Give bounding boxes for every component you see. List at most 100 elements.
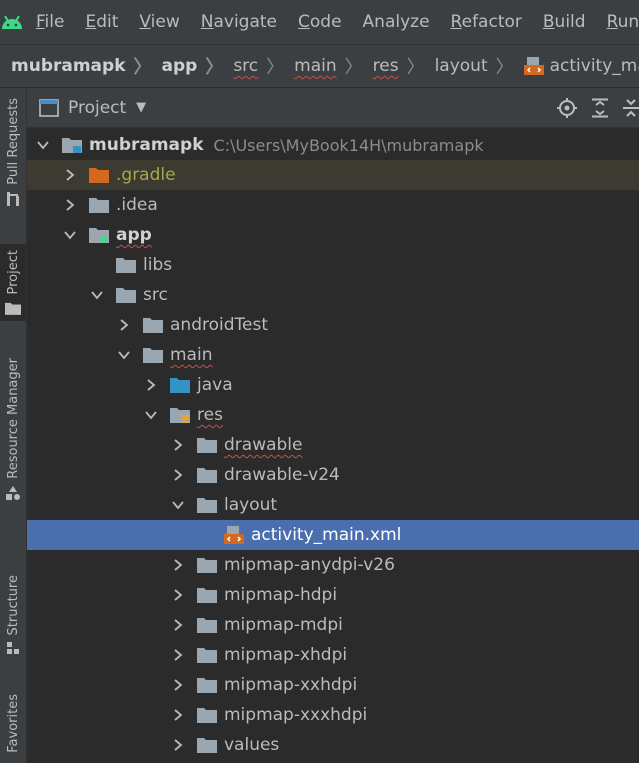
chevron-right-icon: 〉 [133,57,152,78]
chevron-down-icon[interactable] [171,498,185,512]
folder-icon [197,617,217,633]
tree-row-drawable[interactable]: drawable [27,430,639,460]
tree-row-values[interactable]: values [27,730,639,760]
tab-resource-manager[interactable]: Resource Manager [0,358,26,501]
folder-icon [143,317,163,333]
folder-icon [197,467,217,483]
tree-row-mipmap-mdpi[interactable]: mipmap-mdpi [27,610,639,640]
tree-row-java[interactable]: java [27,370,639,400]
chevron-right-icon[interactable] [144,378,158,392]
chevron-right-icon: 〉 [205,57,224,78]
chevron-down-icon[interactable] [63,228,77,242]
folder-icon [197,707,217,723]
project-view-icon [39,98,59,117]
tree-row-mipmap-xhdpi[interactable]: mipmap-xhdpi [27,640,639,670]
folder-icon [197,557,217,573]
folder-icon [197,737,217,753]
tree-row-androidtest[interactable]: androidTest [27,310,639,340]
panel-title[interactable]: Project [68,98,126,118]
chevron-right-icon[interactable] [171,678,185,692]
tree-row-gradle[interactable]: .gradle [27,160,639,190]
breadcrumb-item-main[interactable]: main 〉 [294,53,372,79]
breadcrumb-item-src[interactable]: src 〉 [233,53,294,79]
tree-row-src[interactable]: src [27,280,639,310]
dropdown-caret-icon[interactable]: ▼ [136,100,146,115]
breadcrumb-item-file[interactable]: activity_main.xml [523,56,639,76]
menu-edit[interactable]: Edit [73,12,127,32]
tree-row-layout[interactable]: layout [27,490,639,520]
breadcrumb-item-layout[interactable]: layout 〉 [435,53,524,79]
menu-analyze[interactable]: Analyze [351,12,439,32]
chevron-down-icon[interactable] [90,288,104,302]
tool-window-strip: Pull Requests Project Resource Manager S… [0,88,27,763]
breadcrumb-item-app[interactable]: app 〉 [162,53,234,79]
menu-navigate[interactable]: Navigate [189,12,286,32]
tree-row-mipmap-xxhdpi[interactable]: mipmap-xxhdpi [27,670,639,700]
chevron-down-icon[interactable] [144,408,158,422]
xml-layout-file-icon [523,57,544,75]
android-module-folder-icon [89,227,109,243]
tree-row-app[interactable]: app [27,220,639,250]
chevron-right-icon[interactable] [171,558,185,572]
tree-row-mipmap-hdpi[interactable]: mipmap-hdpi [27,580,639,610]
chevron-down-icon[interactable] [117,348,131,362]
android-logo-icon [0,0,24,44]
project-panel-header: Project ▼ [27,88,639,128]
breadcrumb: mubramapk 〉 app 〉 src 〉 main 〉 res 〉 layout 〉 … [0,44,639,88]
collapse-all-icon[interactable] [623,98,639,118]
chevron-right-icon[interactable] [171,618,185,632]
chevron-right-icon[interactable] [171,468,185,482]
folder-icon [89,197,109,213]
chevron-right-icon: 〉 [266,57,285,78]
chevron-right-icon[interactable] [63,198,77,212]
tree-row-drawable-v24[interactable]: drawable-v24 [27,460,639,490]
tab-pull-requests[interactable]: Pull Requests [0,98,26,207]
chevron-right-icon[interactable] [117,318,131,332]
chevron-right-icon[interactable] [171,438,185,452]
chevron-right-icon[interactable] [63,168,77,182]
expand-all-icon[interactable] [591,98,609,118]
tree-row-activity-main[interactable]: activity_main.xml [27,520,639,550]
menu-file[interactable]: File [24,12,73,32]
tree-row-res[interactable]: res [27,400,639,430]
module-folder-icon [62,137,82,153]
menu-refactor[interactable]: Refactor [439,12,531,32]
chevron-right-icon[interactable] [171,648,185,662]
menu-bar: File Edit View Navigate Code Analyze Ref… [0,0,639,44]
tree-row-mipmap-xxxhdpi[interactable]: mipmap-xxxhdpi [27,700,639,730]
chevron-down-icon[interactable] [36,138,50,152]
folder-icon [197,587,217,603]
excluded-folder-icon [89,167,109,183]
chevron-right-icon: 〉 [495,57,514,78]
folder-icon [143,347,163,363]
locate-file-icon[interactable] [557,97,577,118]
folder-icon [116,257,136,273]
chevron-right-icon[interactable] [171,708,185,722]
structure-icon [7,642,19,655]
project-tree: mubramapk C:\Users\MyBook14H\mubramapk .… [27,130,639,763]
chevron-right-icon[interactable] [171,588,185,602]
tree-row-mipmap-anydpi[interactable]: mipmap-anydpi-v26 [27,550,639,580]
tree-row-libs[interactable]: libs [27,250,639,280]
tab-project[interactable]: Project [0,244,26,322]
tree-row-main[interactable]: main [27,340,639,370]
breadcrumb-item-res[interactable]: res 〉 [373,53,435,79]
tab-structure[interactable]: Structure [0,575,26,655]
resource-manager-icon [6,485,20,500]
xml-layout-file-icon [224,526,244,544]
tree-row-root[interactable]: mubramapk C:\Users\MyBook14H\mubramapk [27,130,639,160]
menu-run[interactable]: Run [595,12,639,32]
resource-folder-icon [170,407,190,423]
folder-icon [197,497,217,513]
chevron-right-icon: 〉 [406,57,425,78]
folder-icon [116,287,136,303]
folder-icon [197,647,217,663]
menu-build[interactable]: Build [531,12,595,32]
tab-favorites[interactable]: Favorites [0,694,26,753]
breadcrumb-item-project[interactable]: mubramapk 〉 [11,53,162,79]
menu-view[interactable]: View [127,12,188,32]
folder-icon [197,437,217,453]
tree-row-idea[interactable]: .idea [27,190,639,220]
chevron-right-icon[interactable] [171,738,185,752]
menu-code[interactable]: Code [286,12,351,32]
